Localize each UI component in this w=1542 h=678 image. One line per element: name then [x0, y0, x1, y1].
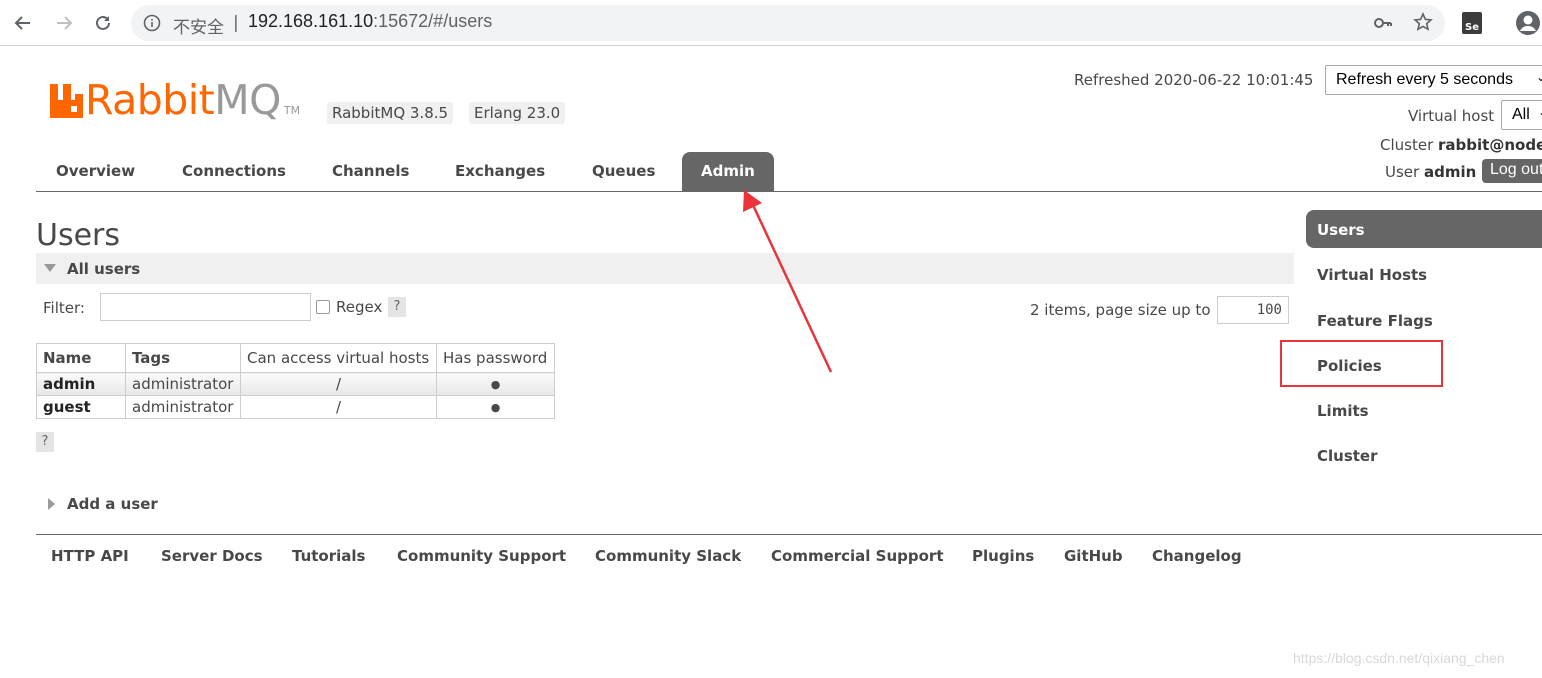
page-title: Users [36, 218, 121, 253]
user-tags-cell: administrator [125, 372, 241, 396]
subnav-feature-flags[interactable]: Feature Flags [1306, 301, 1542, 339]
user-name-cell[interactable]: guest [36, 395, 126, 419]
table-row[interactable]: guest administrator / ● [36, 395, 555, 419]
footer-link-tutorials[interactable]: Tutorials [292, 547, 365, 565]
users-table: Name Tags Can access virtual hosts Has p… [36, 343, 555, 419]
url-path: :15672/#/users [373, 11, 493, 31]
footer-link-community-slack[interactable]: Community Slack [595, 547, 741, 565]
watermark: https://blog.csdn.net/qixiang_chen [1293, 650, 1505, 666]
footer-link-plugins[interactable]: Plugins [972, 547, 1034, 565]
refreshed-timestamp: Refreshed 2020-06-22 10:01:45 [1074, 71, 1314, 89]
back-arrow-icon [14, 16, 30, 30]
rabbitmq-logo-icon [50, 84, 83, 118]
reload-button[interactable] [89, 9, 117, 37]
footer-link-server-docs[interactable]: Server Docs [161, 547, 263, 565]
footer-link-commercial-support[interactable]: Commercial Support [771, 547, 944, 565]
rabbitmq-logo[interactable]: RabbitMQ TM [50, 76, 301, 124]
info-icon[interactable] [143, 14, 161, 36]
user-name-cell[interactable]: admin [36, 372, 126, 396]
browser-toolbar: 不安全 | 192.168.161.10:15672/#/users Se [0, 0, 1542, 46]
column-header-vhosts: Can access virtual hosts [240, 343, 437, 373]
tab-channels[interactable]: Channels [332, 162, 409, 180]
insecure-label: 不安全 [173, 18, 224, 38]
logo-trademark: TM [283, 104, 301, 117]
footer: HTTP API Server Docs Tutorials Community… [36, 534, 1542, 565]
footer-link-changelog[interactable]: Changelog [1152, 547, 1242, 565]
reload-icon [96, 15, 110, 30]
chevron-down-icon: ⌄ [1538, 105, 1542, 119]
star-icon[interactable] [1413, 12, 1433, 36]
tab-overview[interactable]: Overview [56, 162, 135, 180]
refresh-interval-select[interactable]: Refresh every 5 seconds ⌄ [1325, 65, 1542, 95]
user-vhosts-cell: / [240, 372, 437, 396]
user-vhosts-cell: / [240, 395, 437, 419]
expand-triangle-icon [48, 498, 55, 510]
column-header-password: Has password [436, 343, 555, 373]
collapse-triangle-icon [44, 264, 56, 272]
footer-link-community-support[interactable]: Community Support [397, 547, 566, 565]
forward-button[interactable] [50, 9, 78, 37]
tab-connections[interactable]: Connections [182, 162, 286, 180]
logo-wordmark: RabbitMQ [85, 76, 281, 124]
regex-label: Regex [336, 298, 383, 316]
tab-exchanges[interactable]: Exchanges [455, 162, 545, 180]
virtual-host-label: Virtual host [1408, 107, 1495, 125]
address-bar[interactable]: 不安全 | 192.168.161.10:15672/#/users [131, 5, 1445, 41]
tab-queues[interactable]: Queues [592, 162, 655, 180]
column-header-name[interactable]: Name [36, 343, 126, 373]
subnav-virtual-hosts[interactable]: Virtual Hosts [1306, 255, 1542, 293]
profile-icon[interactable] [1515, 10, 1541, 40]
chevron-down-icon: ⌄ [1536, 70, 1542, 84]
add-user-label: Add a user [67, 495, 158, 513]
url-host: 192.168.161.10 [248, 11, 374, 31]
back-button[interactable] [9, 9, 37, 37]
subnav-users[interactable]: Users [1306, 210, 1542, 248]
subnav-limits[interactable]: Limits [1306, 391, 1542, 429]
regex-checkbox[interactable] [316, 300, 330, 314]
page-size-input[interactable]: 100 [1217, 296, 1289, 324]
table-help-button[interactable]: ? [36, 432, 54, 452]
subnav-cluster[interactable]: Cluster [1306, 436, 1542, 474]
erlang-version-badge: Erlang 23.0 [469, 102, 566, 124]
main-tabs: Overview Connections Channels Exchanges … [36, 150, 1542, 192]
user-password-cell: ● [436, 372, 555, 396]
forward-arrow-icon [57, 16, 73, 30]
user-password-cell: ● [436, 395, 555, 419]
filter-input[interactable] [100, 293, 311, 321]
footer-link-http-api[interactable]: HTTP API [51, 547, 129, 565]
policies-highlight-annotation [1280, 340, 1443, 387]
user-tags-cell: administrator [125, 395, 241, 419]
url-text[interactable]: 192.168.161.10:15672/#/users [248, 11, 492, 32]
regex-help-button[interactable]: ? [388, 297, 406, 317]
add-user-section-header[interactable]: Add a user [48, 495, 158, 513]
refresh-interval-value: Refresh every 5 seconds [1336, 71, 1513, 88]
tab-admin[interactable]: Admin [682, 152, 774, 192]
column-header-tags[interactable]: Tags [125, 343, 241, 373]
all-users-section-header[interactable]: All users [36, 253, 1294, 284]
table-row[interactable]: admin administrator / ● [36, 372, 555, 396]
rabbitmq-version-badge: RabbitMQ 3.8.5 [327, 102, 454, 124]
virtual-host-select[interactable]: All ⌄ [1501, 100, 1542, 130]
table-header-row: Name Tags Can access virtual hosts Has p… [36, 343, 555, 373]
section-label: All users [67, 260, 141, 278]
filter-label: Filter: [43, 299, 85, 317]
footer-link-github[interactable]: GitHub [1064, 547, 1123, 565]
items-count-label: 2 items, page size up to [1030, 301, 1211, 319]
virtual-host-value: All [1512, 106, 1530, 123]
key-icon[interactable] [1373, 13, 1393, 37]
selenium-extension-icon[interactable]: Se [1462, 12, 1482, 34]
url-separator: | [233, 13, 239, 33]
